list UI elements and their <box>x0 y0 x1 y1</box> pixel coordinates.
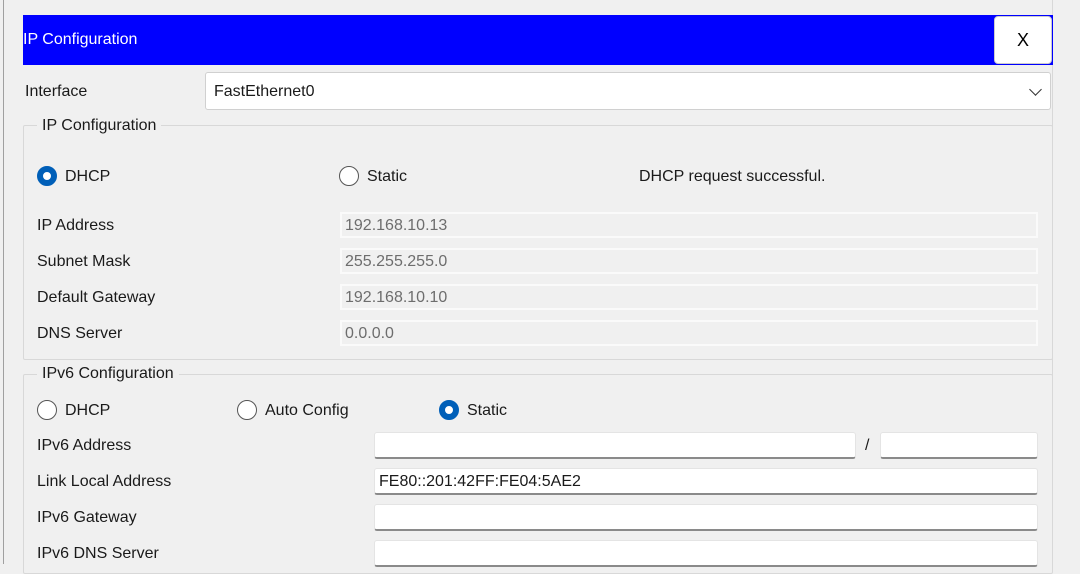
ipv6-dns-server-label: IPv6 DNS Server <box>37 545 159 562</box>
ip-address-label: IP Address <box>37 217 115 234</box>
ipv6-auto-config-label: Auto Config <box>265 402 349 419</box>
ipv4-static-radio[interactable] <box>339 166 359 186</box>
ipv6-prefix-input[interactable] <box>880 432 1038 459</box>
interface-select[interactable]: FastEthernet0 <box>205 72 1051 110</box>
prefix-separator: / <box>865 437 870 454</box>
default-gateway-field[interactable]: 192.168.10.10 <box>340 284 1038 310</box>
ipv6-static-label: Static <box>467 402 508 419</box>
ipv6-static-radio[interactable] <box>439 400 459 420</box>
ipv6-dns-server-input[interactable] <box>374 540 1038 567</box>
dns-server-field[interactable]: 0.0.0.0 <box>340 320 1038 346</box>
title-bar: IP Configuration <box>23 15 1053 65</box>
ipv4-static-label: Static <box>367 168 408 185</box>
close-button[interactable]: X <box>994 16 1052 64</box>
dhcp-status-text: DHCP request successful. <box>639 168 826 185</box>
ipv6-address-label: IPv6 Address <box>37 437 132 454</box>
ipv6-address-input[interactable] <box>374 432 856 459</box>
ipv6-configuration-legend: IPv6 Configuration <box>37 365 179 383</box>
interface-label: Interface <box>25 83 88 100</box>
ipv4-dhcp-radio[interactable] <box>37 166 57 186</box>
interface-value: FastEthernet0 <box>214 83 315 100</box>
link-local-address-input[interactable]: FE80::201:42FF:FE04:5AE2 <box>374 468 1038 495</box>
ip-configuration-legend: IP Configuration <box>37 117 162 135</box>
window-title: IP Configuration <box>23 31 138 48</box>
ipv6-gateway-label: IPv6 Gateway <box>37 509 137 526</box>
ipv6-auto-config-radio[interactable] <box>237 400 257 420</box>
ipv6-gateway-input[interactable] <box>374 504 1038 531</box>
subnet-mask-label: Subnet Mask <box>37 253 131 270</box>
ip-address-field[interactable]: 192.168.10.13 <box>340 212 1038 238</box>
window-border-left <box>3 0 4 564</box>
chevron-down-icon <box>1029 83 1042 96</box>
ipv6-dhcp-radio[interactable] <box>37 400 57 420</box>
ipv4-dhcp-label: DHCP <box>65 168 111 185</box>
subnet-mask-field[interactable]: 255.255.255.0 <box>340 248 1038 274</box>
dns-server-label: DNS Server <box>37 325 123 342</box>
link-local-address-label: Link Local Address <box>37 473 172 490</box>
ipv6-dhcp-label: DHCP <box>65 402 111 419</box>
default-gateway-label: Default Gateway <box>37 289 156 306</box>
